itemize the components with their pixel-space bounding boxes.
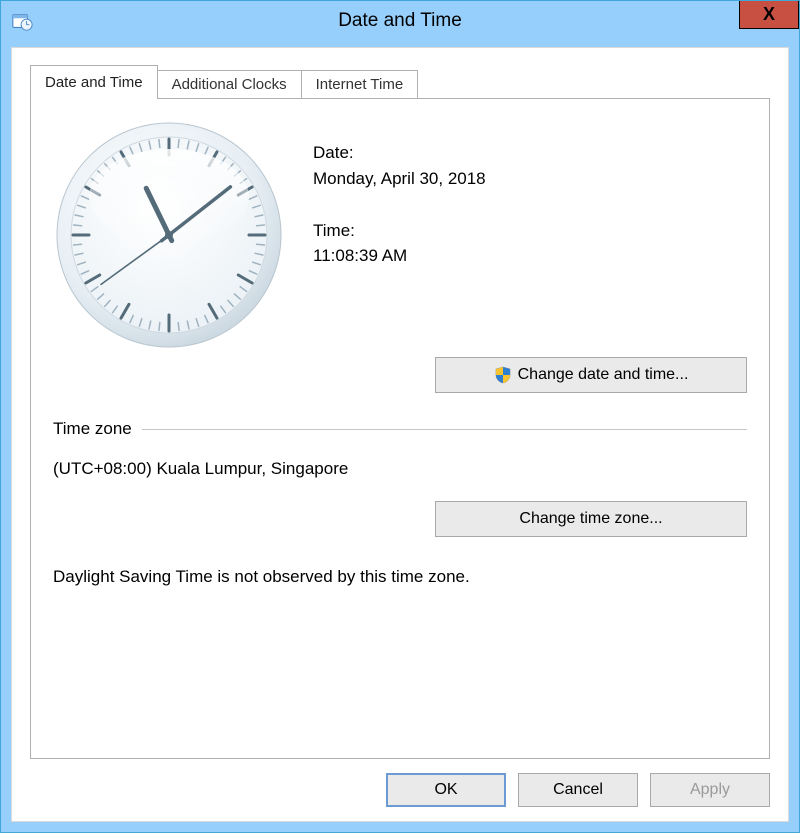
change-timezone-button[interactable]: Change time zone...: [435, 501, 747, 537]
window-title: Date and Time: [1, 10, 799, 32]
date-time-row: Date: Monday, April 30, 2018 Time: 11:08…: [53, 119, 747, 351]
tab-panel-date-and-time: Date: Monday, April 30, 2018 Time: 11:08…: [30, 98, 770, 759]
date-value: Monday, April 30, 2018: [313, 167, 747, 191]
timezone-value: (UTC+08:00) Kuala Lumpur, Singapore: [53, 459, 747, 479]
button-label: Change time zone...: [519, 510, 662, 528]
separator-line: [142, 429, 747, 430]
close-button[interactable]: X: [739, 1, 799, 29]
client-area: Date and Time Additional Clocks Internet…: [11, 47, 789, 822]
timezone-section-label: Time zone: [53, 419, 132, 439]
cancel-button[interactable]: Cancel: [518, 773, 638, 807]
tab-internet-time[interactable]: Internet Time: [301, 70, 419, 98]
ok-button[interactable]: OK: [386, 773, 506, 807]
change-date-time-row: Change date and time...: [53, 357, 747, 393]
analog-clock: [53, 119, 285, 351]
tab-label: Additional Clocks: [172, 76, 287, 93]
date-and-time-window: Date and Time X Date and Time Additional…: [0, 0, 800, 833]
button-label: OK: [434, 781, 457, 799]
apply-button[interactable]: Apply: [650, 773, 770, 807]
uac-shield-icon: [494, 366, 512, 384]
dst-note: Daylight Saving Time is not observed by …: [53, 567, 747, 587]
tab-label: Date and Time: [45, 74, 143, 91]
change-date-time-button[interactable]: Change date and time...: [435, 357, 747, 393]
timezone-separator: Time zone: [53, 419, 747, 439]
titlebar: Date and Time X: [1, 1, 799, 41]
date-time-icon: [11, 10, 33, 32]
button-label: Apply: [690, 781, 730, 799]
time-value: 11:08:39 AM: [313, 244, 747, 268]
tabstrip: Date and Time Additional Clocks Internet…: [30, 64, 770, 98]
close-icon: X: [763, 4, 775, 25]
date-label: Date:: [313, 141, 747, 165]
button-label: Cancel: [553, 781, 603, 799]
tab-label: Internet Time: [316, 76, 404, 93]
date-time-info: Date: Monday, April 30, 2018 Time: 11:08…: [313, 119, 747, 296]
tab-additional-clocks[interactable]: Additional Clocks: [157, 70, 302, 98]
time-label: Time:: [313, 219, 747, 243]
tab-date-and-time[interactable]: Date and Time: [30, 65, 158, 99]
change-timezone-row: Change time zone...: [53, 501, 747, 537]
button-label: Change date and time...: [518, 366, 689, 384]
dialog-button-row: OK Cancel Apply: [30, 759, 770, 807]
